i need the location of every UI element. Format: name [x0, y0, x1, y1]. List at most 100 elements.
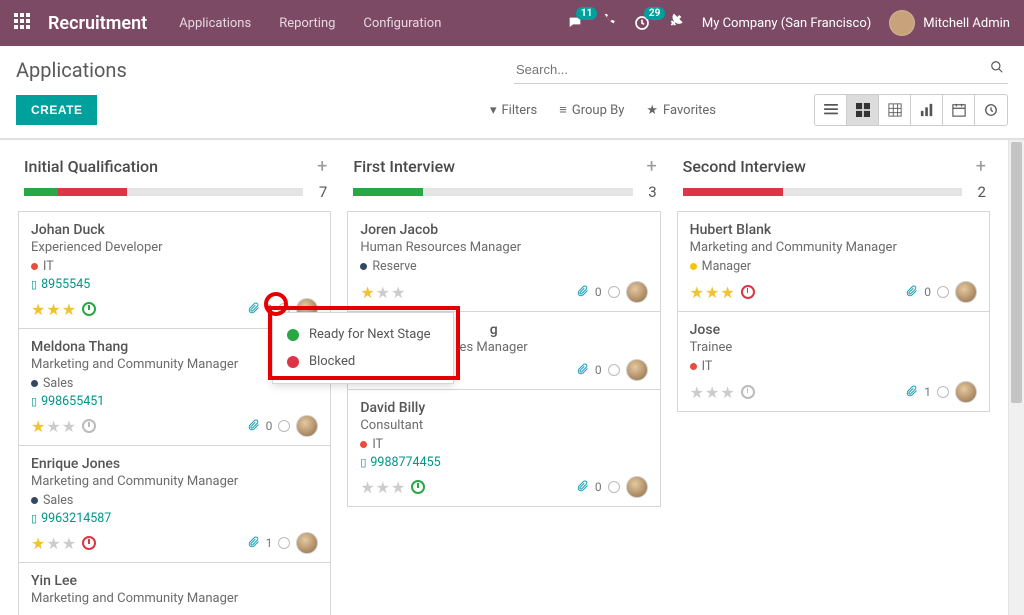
attachment-icon[interactable] [248, 536, 260, 551]
kanban-card[interactable]: Hubert BlankMarketing and Community Mana… [677, 211, 990, 312]
activities-icon[interactable]: 29 [634, 15, 650, 31]
kanban-state-button[interactable] [608, 286, 620, 298]
priority-stars[interactable]: ★★★ [690, 283, 755, 302]
column-progressbar[interactable] [353, 188, 632, 196]
assignee-avatar[interactable] [296, 532, 318, 554]
quick-create-icon[interactable]: + [976, 156, 986, 177]
kanban-state-button[interactable] [608, 481, 620, 493]
kanban-card[interactable]: Yin LeeMarketing and Community Manager [18, 563, 331, 615]
nav-configuration[interactable]: Configuration [363, 16, 441, 31]
assignee-avatar[interactable] [296, 415, 318, 437]
phone-link[interactable]: ▯9963214587 [31, 511, 318, 526]
assignee-avatar[interactable] [626, 359, 648, 381]
kanban-state-button[interactable] [278, 420, 290, 432]
kanban-card[interactable]: JoseTraineeIT★★★ 1 [677, 312, 990, 412]
star-icon[interactable]: ★ [31, 534, 45, 553]
star-icon[interactable]: ★ [62, 300, 76, 319]
kanban-card[interactable]: Joren JacobHuman Resources ManagerReserv… [347, 211, 660, 312]
assignee-avatar[interactable] [626, 281, 648, 303]
star-icon[interactable]: ★ [62, 534, 76, 553]
priority-stars[interactable]: ★★★ [360, 283, 405, 302]
vertical-scrollbar[interactable] [1008, 140, 1024, 615]
phone-link[interactable]: ▯8955545 [31, 277, 318, 292]
star-icon[interactable]: ★ [391, 478, 405, 497]
mobile-icon: ▯ [31, 395, 37, 408]
activity-view-button[interactable] [975, 95, 1007, 125]
assignee-avatar[interactable] [955, 281, 977, 303]
activity-clock-icon[interactable] [411, 480, 425, 494]
assignee-avatar[interactable] [955, 381, 977, 403]
create-button[interactable]: CREATE [16, 95, 97, 125]
attachment-icon[interactable] [906, 285, 918, 300]
quick-create-icon[interactable]: + [317, 156, 327, 177]
graph-view-button[interactable] [911, 95, 943, 125]
star-icon[interactable]: ★ [62, 417, 76, 436]
kanban-card[interactable]: Enrique JonesMarketing and Community Man… [18, 446, 331, 563]
kanban-card[interactable]: David BillyConsultantIT▯9988774455★★★ 0 [347, 390, 660, 507]
priority-stars[interactable]: ★★★ [31, 534, 96, 553]
state-ready[interactable]: Ready for Next Stage [285, 321, 441, 348]
attachment-icon[interactable] [577, 480, 589, 495]
activity-clock-icon[interactable] [82, 302, 96, 316]
kanban-state-button[interactable] [278, 537, 290, 549]
kanban-state-button[interactable] [937, 386, 949, 398]
priority-stars[interactable]: ★★★ [360, 478, 425, 497]
star-icon[interactable]: ★ [720, 283, 734, 302]
debug-icon[interactable] [668, 13, 684, 33]
favorites-button[interactable]: ★ Favorites [646, 103, 716, 118]
apps-icon[interactable] [14, 13, 30, 34]
list-view-button[interactable] [815, 95, 847, 125]
star-icon[interactable]: ★ [690, 283, 704, 302]
state-blocked[interactable]: Blocked [285, 348, 441, 375]
star-icon[interactable]: ★ [391, 283, 405, 302]
pivot-view-button[interactable] [879, 95, 911, 125]
kanban-state-button[interactable] [608, 364, 620, 376]
filters-button[interactable]: ▾ Filters [490, 103, 537, 118]
star-icon[interactable]: ★ [46, 417, 60, 436]
star-icon[interactable]: ★ [376, 283, 390, 302]
attachment-icon[interactable] [906, 385, 918, 400]
assignee-avatar[interactable] [626, 476, 648, 498]
priority-stars[interactable]: ★★★ [31, 417, 96, 436]
priority-stars[interactable]: ★★★ [31, 300, 96, 319]
groupby-button[interactable]: ≡ Group By [559, 102, 624, 118]
app-brand[interactable]: Recruitment [48, 13, 147, 34]
column-progressbar[interactable] [24, 188, 303, 196]
applicant-name: Jose [690, 322, 977, 338]
phone-icon[interactable] [602, 14, 616, 32]
star-icon[interactable]: ★ [376, 478, 390, 497]
phone-link[interactable]: ▯9988774455 [360, 455, 647, 470]
activity-clock-icon[interactable] [741, 285, 755, 299]
messaging-icon[interactable]: 11 [566, 15, 584, 31]
star-icon[interactable]: ★ [46, 300, 60, 319]
quick-create-icon[interactable]: + [646, 156, 656, 177]
phone-link[interactable]: ▯998655451 [31, 394, 318, 409]
star-icon[interactable]: ★ [720, 383, 734, 402]
priority-stars[interactable]: ★★★ [690, 383, 755, 402]
company-switcher[interactable]: My Company (San Francisco) [702, 16, 871, 31]
attachment-icon[interactable] [248, 302, 260, 317]
activity-clock-icon[interactable] [82, 419, 96, 433]
star-icon[interactable]: ★ [705, 383, 719, 402]
star-icon[interactable]: ★ [690, 383, 704, 402]
attachment-icon[interactable] [577, 363, 589, 378]
search-icon[interactable] [990, 60, 1004, 78]
star-icon[interactable]: ★ [360, 478, 374, 497]
kanban-state-button[interactable] [937, 286, 949, 298]
activity-clock-icon[interactable] [741, 385, 755, 399]
calendar-view-button[interactable] [943, 95, 975, 125]
star-icon[interactable]: ★ [360, 283, 374, 302]
activity-clock-icon[interactable] [82, 536, 96, 550]
star-icon[interactable]: ★ [46, 534, 60, 553]
star-icon[interactable]: ★ [31, 300, 45, 319]
user-menu[interactable]: Mitchell Admin [889, 10, 1010, 36]
nav-applications[interactable]: Applications [179, 16, 251, 31]
star-icon[interactable]: ★ [31, 417, 45, 436]
column-progressbar[interactable] [683, 188, 962, 196]
star-icon[interactable]: ★ [705, 283, 719, 302]
search-input[interactable] [514, 56, 1008, 84]
attachment-icon[interactable] [577, 285, 589, 300]
nav-reporting[interactable]: Reporting [279, 16, 335, 31]
attachment-icon[interactable] [248, 419, 260, 434]
kanban-view-button[interactable] [847, 95, 879, 125]
